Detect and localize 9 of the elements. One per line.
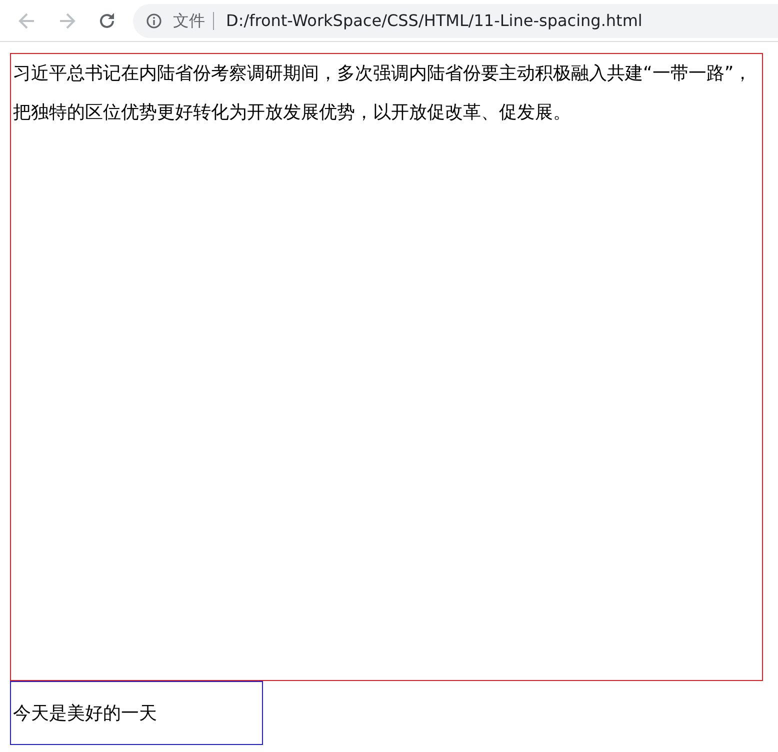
right-arrow-icon <box>58 12 76 30</box>
paragraph: 习近平总书记在内陆省份考察调研期间，多次强调内陆省份要主动积极融入共建“一带一路”，把独特的区位优势更好转化为开放发展优势，以开放促改革、促发展。 <box>10 53 763 681</box>
reload-icon <box>98 12 116 30</box>
info-icon[interactable] <box>146 12 162 28</box>
url-text: D:/front-WorkSpace/CSS/HTML/11-Line-spacing.html <box>226 11 642 30</box>
box-text: 今天是美好的一天 <box>13 702 157 725</box>
left-arrow-icon <box>18 12 36 30</box>
address-bar[interactable]: 文件 D:/front-WorkSpace/CSS/HTML/11-Line-spacing.html <box>133 4 778 38</box>
scheme-label: 文件 <box>173 12 214 30</box>
